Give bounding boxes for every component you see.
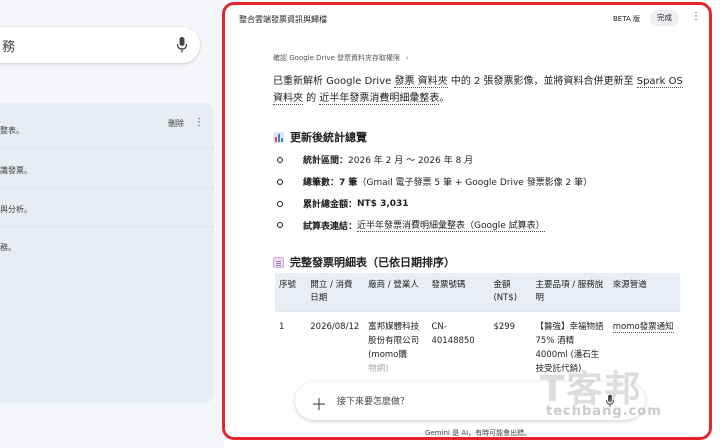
column-header: 序號 <box>275 273 307 312</box>
spreadsheet-link[interactable]: 近半年發票消費明細彙整表（Google 試算表） <box>357 218 545 232</box>
search-text: 務 <box>2 40 16 55</box>
bullet-icon <box>277 156 283 163</box>
column-header: 金額 (NT$) <box>489 273 532 312</box>
more-options-icon[interactable]: ⋮ <box>194 117 204 128</box>
stat-item: 統計區間： 2026 年 2 月 ～ 2026 年 8 月 <box>277 153 473 166</box>
stats-heading-text: 更新後統計總覽 <box>290 131 367 144</box>
watermark-text: techbang.com <box>546 404 662 419</box>
column-header: 廠商 / 營業人 <box>364 273 428 312</box>
cell-amount: $299 <box>489 311 532 384</box>
beta-badge[interactable]: BETA 版 <box>609 12 644 26</box>
breadcrumb[interactable]: 確認 Google Drive 發票資料夾存取權限 › <box>273 53 409 63</box>
stat-item: 累計總金額： NT$ 3,031 <box>277 197 409 210</box>
chevron-right-icon: › <box>406 54 409 62</box>
column-header: 發票號碼 <box>427 273 490 312</box>
column-header: 主要品項 / 服務說明 <box>531 273 609 312</box>
column-header: 開立 / 消費日期 <box>306 273 365 312</box>
list-item[interactable]: 識發票。 <box>0 165 32 176</box>
document-icon <box>273 256 284 268</box>
divider <box>0 226 214 227</box>
vendor-text-faded: 物網) <box>368 364 389 374</box>
cell-vendor: 富邦媒體科技股份有限公司(momo購物網) <box>364 311 428 384</box>
more-options-icon[interactable]: ⋮ <box>691 11 701 22</box>
spreadsheet-link[interactable]: 近半年發票消費明細彙整表 <box>319 93 440 105</box>
search-bar[interactable]: 務 <box>0 27 200 63</box>
column-header: 來源管道 <box>608 273 680 312</box>
cell-date: 2026/08/12 <box>306 311 365 384</box>
intro-text: 。 <box>439 93 450 104</box>
intro-text: 已重新解析 Google Drive <box>273 76 395 87</box>
table-heading-text: 完整發票明細表（已依日期排序） <box>290 256 455 269</box>
drive-folder-link[interactable]: 發票 資料夾 <box>394 76 448 88</box>
left-background-app: 務 刪除 ⋮ 整表。 識發票。 與分析。 務。 <box>0 0 224 448</box>
vendor-text: 富邦媒體科技股份有限公司(momo購 <box>368 322 420 360</box>
stat-value: NT$ 3,031 <box>357 198 409 209</box>
stat-label: 統計區間： <box>303 156 349 166</box>
stat-value: （Gmail 電子發票 5 筆 + Google Drive 發票影像 2 筆） <box>357 178 593 188</box>
ai-disclaimer: Gemini 是 AI，有時可能會出錯。 <box>425 429 532 437</box>
table-heading: 完整發票明細表（已依日期排序） <box>273 254 455 270</box>
source-link[interactable]: momo發票通知 <box>612 322 674 333</box>
response-intro: 已重新解析 Google Drive 發票 資料夾 中的 2 張發票影像，並將資… <box>273 73 693 107</box>
bar-chart-icon <box>273 131 284 143</box>
breadcrumb-label: 確認 Google Drive 發票資料夾存取權限 <box>273 54 401 62</box>
done-button[interactable]: 完成 <box>650 10 679 26</box>
stat-label: 試算表連結： <box>303 221 358 232</box>
stat-label: 總筆數：7 筆 <box>303 178 358 188</box>
stat-label: 累計總金額： <box>303 200 358 210</box>
table-header-row: 序號 開立 / 消費日期 廠商 / 營業人 發票號碼 金額 (NT$) 主要品項… <box>275 273 680 312</box>
add-icon[interactable]: ＋ <box>311 391 327 415</box>
divider <box>0 148 214 149</box>
list-item[interactable]: 務。 <box>0 242 16 253</box>
panel-title: 整合雲端發票資訊與歸檔 <box>239 15 327 24</box>
cell-no: 1 <box>275 311 307 384</box>
cell-invoice: CN-40148850 <box>427 311 490 384</box>
bullet-icon <box>277 222 283 228</box>
list-item[interactable]: 整表。 <box>0 125 24 136</box>
list-item[interactable]: 與分析。 <box>0 204 32 215</box>
delete-button[interactable]: 刪除 <box>168 118 184 129</box>
stat-item: 總筆數：7 筆（Gmail 電子發票 5 筆 + Google Drive 發票… <box>277 175 592 188</box>
stats-heading: 更新後統計總覽 <box>273 129 367 145</box>
intro-text: 的 <box>303 93 320 104</box>
stat-value: 2026 年 2 月 ～ 2026 年 8 月 <box>348 156 474 166</box>
bullet-icon <box>277 200 283 207</box>
stat-item: 試算表連結： 近半年發票消費明細彙整表（Google 試算表） <box>277 218 545 232</box>
bullet-icon <box>277 178 283 185</box>
microphone-icon[interactable] <box>176 36 188 54</box>
divider <box>0 187 214 188</box>
intro-text: 中的 2 張發票影像，並將資料合併更新至 <box>447 76 637 87</box>
